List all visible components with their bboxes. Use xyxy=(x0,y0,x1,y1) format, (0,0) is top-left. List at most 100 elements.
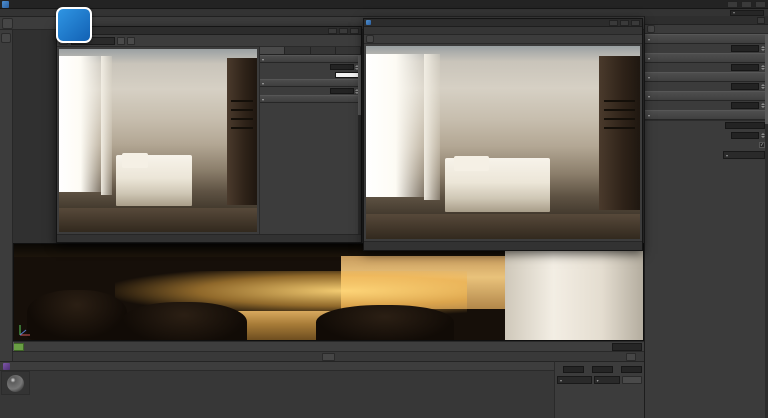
setting-dropdown[interactable] xyxy=(723,151,765,159)
position-field[interactable] xyxy=(563,366,584,373)
vfb-param-row xyxy=(260,87,361,95)
apply-button[interactable] xyxy=(622,376,642,384)
layout-switcher xyxy=(728,9,766,16)
material-menubar xyxy=(0,362,554,371)
size-field[interactable] xyxy=(592,366,613,373)
render-cabinet xyxy=(598,55,640,211)
rotation-field[interactable] xyxy=(621,366,642,373)
project-setting-row xyxy=(645,130,768,140)
corona-panel-titlebar xyxy=(645,16,768,25)
keyframe-buttons xyxy=(626,353,636,361)
section-tone-mapping[interactable]: ▾ xyxy=(260,55,361,63)
viewport-chair xyxy=(315,305,455,340)
material-thumbnail[interactable] xyxy=(1,371,30,395)
chevron-down-icon: ▾ xyxy=(262,96,265,102)
section-vignette[interactable]: ▾ xyxy=(645,53,768,63)
chevron-down-icon: ▾ xyxy=(648,55,651,61)
corona-param-row xyxy=(645,82,768,91)
chevron-down-icon: ▾ xyxy=(648,112,651,118)
render-curtain xyxy=(100,56,113,196)
pv-titlebar xyxy=(364,19,642,27)
maximize-button[interactable] xyxy=(741,0,752,8)
close-button[interactable] xyxy=(631,19,640,26)
color-tint-row xyxy=(260,71,361,79)
timeline-tick[interactable] xyxy=(13,342,610,351)
section-bloom-glare[interactable]: ▾ xyxy=(645,72,768,82)
section-tone-mapping[interactable]: ▾ xyxy=(645,34,768,44)
end-frame-field[interactable] xyxy=(612,343,642,351)
param-value-field[interactable] xyxy=(330,64,354,70)
corona-settings-panel: ▾ ▾ ▾ ▾ ▾ ✓ ▾ xyxy=(644,16,768,418)
corona-vfb-window: ▾ ▾ ▾ xyxy=(56,26,362,243)
rotation-group xyxy=(615,364,642,374)
cinema4d-app-icon xyxy=(2,0,9,8)
param-value-field[interactable] xyxy=(731,45,759,52)
tab-post[interactable] xyxy=(260,47,286,54)
pv-toolbar xyxy=(364,35,642,44)
tab-history[interactable] xyxy=(310,47,336,54)
minimize-button[interactable] xyxy=(727,0,738,8)
close-icon[interactable] xyxy=(757,16,765,24)
project-checkbox-row: ✓ xyxy=(645,140,768,150)
transport-button[interactable] xyxy=(322,352,335,361)
timeline-ruler[interactable] xyxy=(13,342,610,351)
coord-space-dropdown[interactable] xyxy=(593,376,620,384)
cinema4d-window: ▾ ▾ ▾ ▾ ▾ ▾ ▾ ▾ ✓ ▾ ▾ ▾ ▾ ▾ xyxy=(0,0,768,418)
vfb-scrollbar[interactable] xyxy=(358,55,361,234)
vfb-side-panel: ▾ ▾ ▾ xyxy=(259,47,361,234)
axis-gizmo xyxy=(19,325,30,336)
render-curtain xyxy=(423,53,440,201)
titlebar xyxy=(0,0,768,9)
vfb-render-image[interactable] xyxy=(59,49,257,232)
close-button[interactable] xyxy=(755,0,766,8)
coordinates-manager xyxy=(554,361,644,418)
side-toolbar-icon[interactable] xyxy=(1,33,11,43)
setting-value-field[interactable] xyxy=(731,131,759,139)
vfb-toolbar xyxy=(57,35,361,47)
minimize-button[interactable] xyxy=(328,27,337,34)
maximize-button[interactable] xyxy=(339,27,348,34)
transport-bar xyxy=(13,351,644,361)
close-button[interactable] xyxy=(350,27,359,34)
material-manager-icon xyxy=(3,362,10,370)
corona-toolbar-icon[interactable] xyxy=(647,25,655,33)
project-select-row xyxy=(645,150,768,160)
render-cabinet xyxy=(227,58,257,205)
timeline xyxy=(13,341,644,351)
resolution-value xyxy=(725,122,765,129)
param-value-field[interactable] xyxy=(731,64,759,71)
section-bloom-glare[interactable]: ▾ xyxy=(260,79,361,87)
pv-toolbar-icon[interactable] xyxy=(366,35,374,43)
viewport-canvas[interactable] xyxy=(13,243,644,341)
material-grid xyxy=(0,371,554,395)
section-info[interactable]: ▾ xyxy=(645,110,768,120)
section-denoising[interactable]: ▾ xyxy=(260,95,361,103)
tab-stats[interactable] xyxy=(285,47,311,54)
color-tint-swatch[interactable] xyxy=(335,72,359,78)
watermark-logo xyxy=(56,7,92,43)
keyframe-icon[interactable] xyxy=(626,353,636,361)
corona-param-row xyxy=(645,63,768,72)
size-row xyxy=(586,365,613,374)
param-value-field[interactable] xyxy=(731,83,759,90)
param-value-field[interactable] xyxy=(731,102,759,109)
pv-statusbar xyxy=(364,241,642,250)
coord-mode-dropdown[interactable] xyxy=(557,376,592,384)
render-window-light xyxy=(366,53,432,197)
vfb-titlebar xyxy=(57,27,361,35)
corona-panel-toolbar xyxy=(645,25,768,34)
stop-button[interactable] xyxy=(117,36,125,45)
render-shelves xyxy=(604,100,635,103)
layout-dropdown[interactable] xyxy=(730,9,764,16)
param-value-field[interactable] xyxy=(330,88,354,94)
section-denoising[interactable]: ▾ xyxy=(645,91,768,101)
vfb-tabs xyxy=(260,47,361,55)
picture-viewer-window xyxy=(363,18,643,251)
material-manager xyxy=(0,361,554,418)
toolbar-icon[interactable] xyxy=(2,17,13,29)
maximize-button[interactable] xyxy=(620,19,629,26)
minimize-button[interactable] xyxy=(609,19,618,26)
pv-render-image[interactable] xyxy=(366,46,640,239)
render-button[interactable] xyxy=(127,36,135,45)
tab-lightmix[interactable] xyxy=(335,47,361,54)
